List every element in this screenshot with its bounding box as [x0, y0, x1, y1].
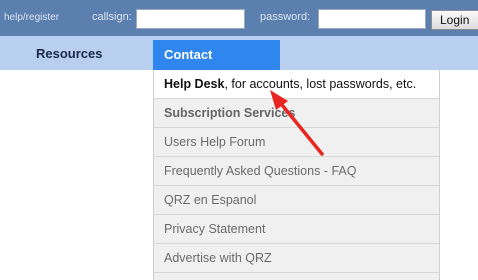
menu-item-advertise[interactable]: Advertise with QRZ [154, 244, 439, 273]
login-button[interactable]: Login [431, 10, 478, 30]
nav-item-resources[interactable]: Resources [36, 46, 102, 61]
help-register-link[interactable]: help/register [4, 12, 59, 23]
password-label: password: [260, 11, 311, 23]
nav-item-contact[interactable]: Contact [153, 40, 280, 70]
help-desk-title: Help Desk [164, 77, 225, 91]
callsign-label: callsign: [92, 11, 132, 23]
menu-item-help-desk[interactable]: Help Desk, for accounts, lost passwords,… [154, 70, 439, 99]
menu-item-subscription-services[interactable]: Subscription Services [154, 99, 439, 128]
password-input[interactable] [318, 9, 426, 29]
nav-item-contact-label: Contact [164, 47, 213, 62]
callsign-input[interactable] [136, 9, 245, 29]
menu-item-qrz-en-espanol[interactable]: QRZ en Espanol [154, 186, 439, 215]
contact-dropdown-menu: Help Desk, for accounts, lost passwords,… [153, 70, 440, 280]
menu-item-faq[interactable]: Frequently Asked Questions - FAQ [154, 157, 439, 186]
menu-item-privacy-statement[interactable]: Privacy Statement [154, 215, 439, 244]
help-desk-description: , for accounts, lost passwords, etc. [224, 77, 417, 91]
menu-item-users-help-forum[interactable]: Users Help Forum [154, 128, 439, 157]
login-bar: help/register callsign: password: Login [0, 0, 478, 36]
